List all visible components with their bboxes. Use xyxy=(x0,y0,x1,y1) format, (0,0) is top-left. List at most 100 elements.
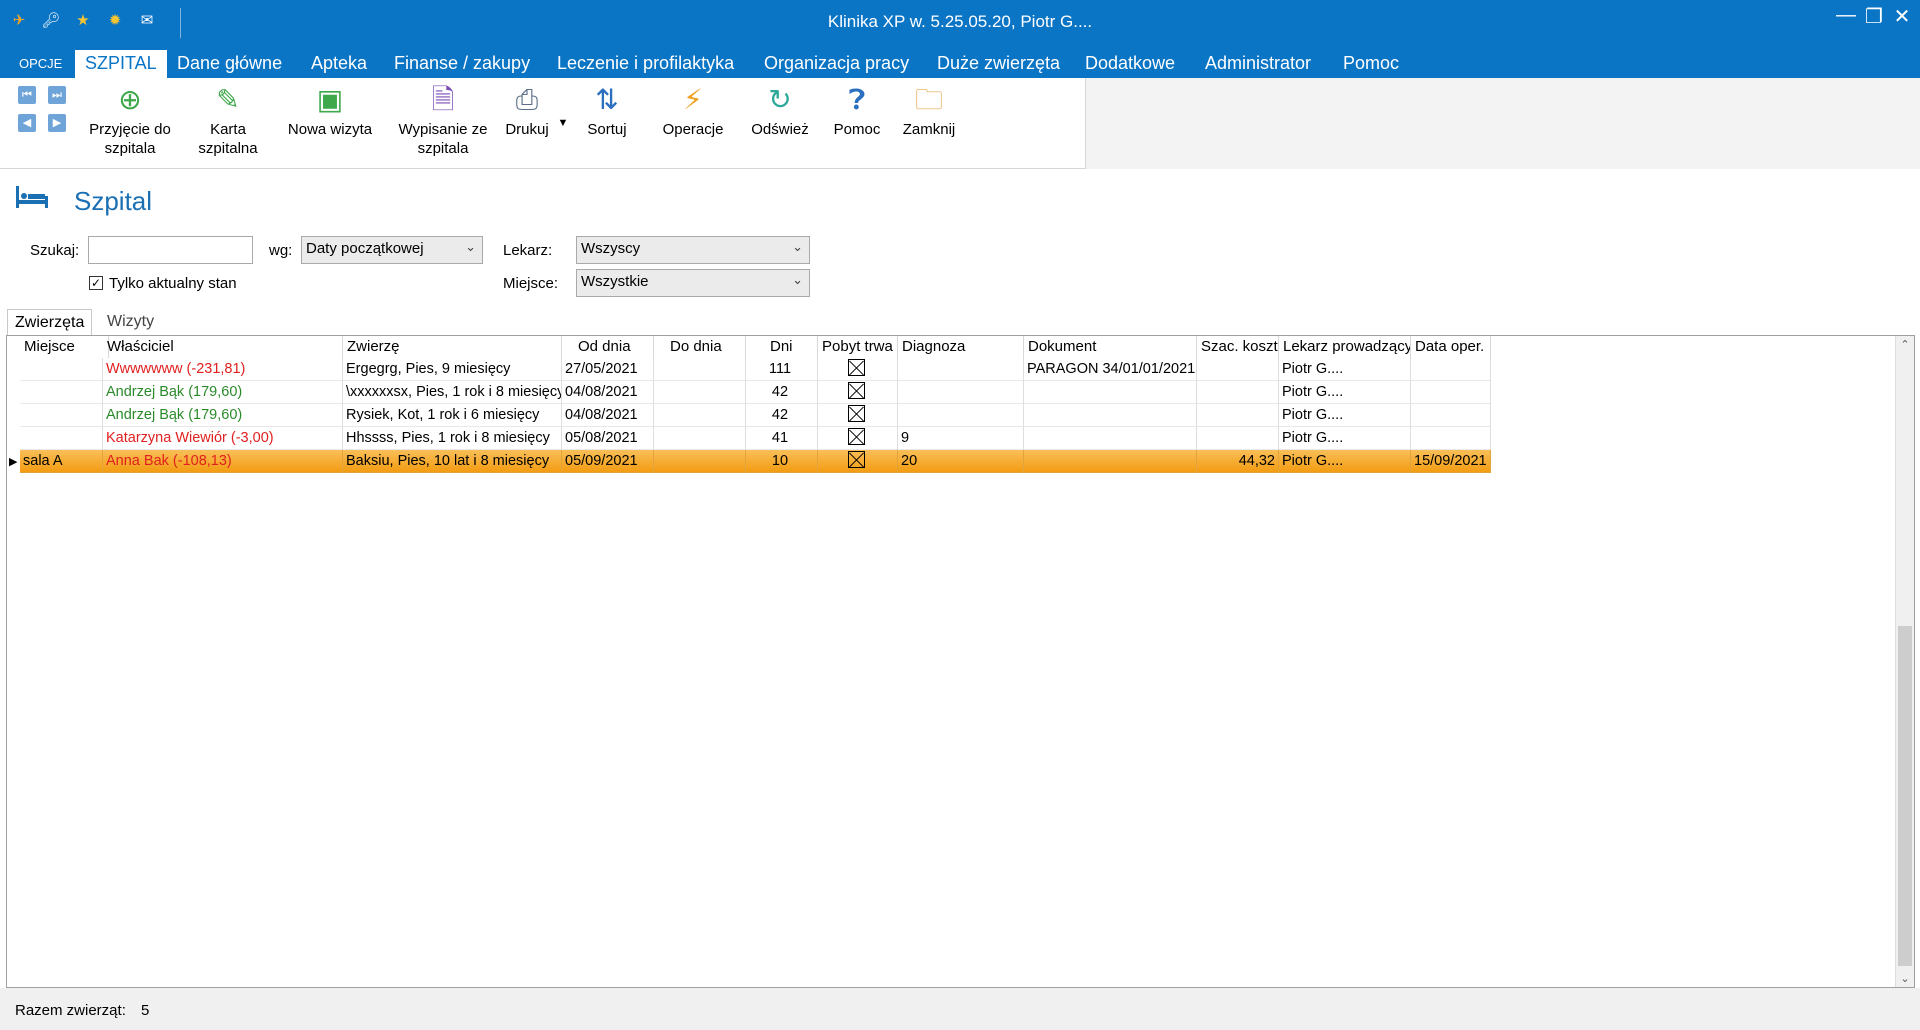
table-row[interactable]: ▶ sala A Anna Bak (-108,13) Baksiu, Pies, 1… xyxy=(7,450,1491,473)
wg-select[interactable]: Daty początkowej ⌄ xyxy=(301,236,483,264)
przyjecie-button[interactable]: ⊕ Przyjęcie do szpitala xyxy=(82,84,178,158)
cell-wlasciciel[interactable]: Anna Bak (-108,13) xyxy=(103,450,343,473)
cell-dokument[interactable] xyxy=(1024,381,1197,404)
only-current-checkbox[interactable]: ✓ xyxy=(89,276,103,290)
column-header[interactable]: Lekarz prowadzący xyxy=(1279,336,1411,358)
cell-zwierze[interactable]: Baksiu, Pies, 10 lat i 8 miesięcy xyxy=(343,450,562,473)
cell-zwierze[interactable]: Hhssss, Pies, 1 rok i 8 miesięcy xyxy=(343,427,562,450)
drukuj-dropdown-icon[interactable]: ▼ xyxy=(556,114,570,133)
last-record-icon[interactable]: ⏭ xyxy=(48,86,66,104)
karta-szpitalna-button[interactable]: ✎ Karta szpitalna xyxy=(190,84,266,158)
cell-wlasciciel[interactable]: Wwwwwww (-231,81) xyxy=(103,358,343,381)
cell-lekarz[interactable]: Piotr G.... xyxy=(1279,404,1411,427)
menu-szpital[interactable]: SZPITAL xyxy=(75,50,167,78)
zamknij-button[interactable]: 🗀︎ Zamknij xyxy=(896,84,962,139)
column-header[interactable]: Dni xyxy=(746,336,818,358)
table-row[interactable]: Wwwwwww (-231,81) Ergegrg, Pies, 9 miesię… xyxy=(7,358,1491,381)
cell-od[interactable]: 05/09/2021 xyxy=(562,450,654,473)
cell-do[interactable] xyxy=(654,381,746,404)
cell-diagnoza[interactable]: 9 xyxy=(898,427,1024,450)
column-header[interactable]: Do dnia xyxy=(654,336,746,358)
menu-opcje[interactable]: OPCJE xyxy=(19,56,62,71)
next-record-icon[interactable]: ▶ xyxy=(48,114,66,132)
cell-koszt[interactable]: 44,32 xyxy=(1197,450,1279,473)
table-row[interactable]: Katarzyna Wiewiór (-3,00) Hhssss, Pies, 1… xyxy=(7,427,1491,450)
menu-administrator[interactable]: Administrator xyxy=(1205,53,1311,74)
cell-zwierze[interactable]: Rysiek, Kot, 1 rok i 6 miesięcy xyxy=(343,404,562,427)
cell-pobyt[interactable] xyxy=(818,404,898,427)
close-icon[interactable]: ✕ xyxy=(1892,4,1912,29)
cell-lekarz[interactable]: Piotr G.... xyxy=(1279,427,1411,450)
pomoc-button[interactable]: ❓︎ Pomoc xyxy=(826,84,888,139)
column-header[interactable]: Pobyt trwa xyxy=(818,336,898,358)
column-header[interactable]: Szac. koszt xyxy=(1197,336,1279,358)
cell-koszt[interactable] xyxy=(1197,427,1279,450)
cell-do[interactable] xyxy=(654,427,746,450)
cell-lekarz[interactable]: Piotr G.... xyxy=(1279,358,1411,381)
menu-duze-zwierzeta[interactable]: Duże zwierzęta xyxy=(937,53,1060,74)
minimize-icon[interactable]: — xyxy=(1836,4,1856,29)
cell-miejsce[interactable] xyxy=(20,358,103,381)
menu-organizacja-pracy[interactable]: Organizacja pracy xyxy=(764,53,909,74)
cell-dokument[interactable] xyxy=(1024,427,1197,450)
cell-pobyt[interactable] xyxy=(818,358,898,381)
scroll-down-icon[interactable]: ⌄ xyxy=(1896,972,1914,985)
maximize-icon[interactable]: ❐ xyxy=(1864,4,1884,29)
cell-dni[interactable]: 42 xyxy=(746,404,818,427)
column-header[interactable]: Dokument xyxy=(1024,336,1197,358)
cell-od[interactable]: 04/08/2021 xyxy=(562,381,654,404)
cell-koszt[interactable] xyxy=(1197,381,1279,404)
cell-dokument[interactable] xyxy=(1024,404,1197,427)
column-header[interactable]: Od dnia xyxy=(562,336,654,358)
cell-diagnoza[interactable] xyxy=(898,404,1024,427)
cell-zwierze[interactable]: Ergegrg, Pies, 9 miesięcy xyxy=(343,358,562,381)
animals-grid[interactable]: Miejsce Właściciel Zwierzę Od dnia Do dn… xyxy=(6,335,1915,988)
table-row[interactable]: Andrzej Bąk (179,60) \xxxxxxsx, Pies, 1 r… xyxy=(7,381,1491,404)
cell-data_oper[interactable] xyxy=(1411,404,1491,427)
cell-miejsce[interactable] xyxy=(20,381,103,404)
cell-od[interactable]: 27/05/2021 xyxy=(562,358,654,381)
scroll-up-icon[interactable]: ⌃ xyxy=(1896,338,1914,351)
cell-dni[interactable]: 41 xyxy=(746,427,818,450)
vertical-scrollbar[interactable]: ⌃ ⌄ xyxy=(1895,336,1914,987)
cell-do[interactable] xyxy=(654,358,746,381)
column-header[interactable]: Data oper. xyxy=(1411,336,1491,358)
prev-record-icon[interactable]: ◀ xyxy=(18,114,36,132)
cell-data_oper[interactable] xyxy=(1411,427,1491,450)
drukuj-button[interactable]: ⎙ Drukuj xyxy=(502,84,552,139)
cell-dokument[interactable] xyxy=(1024,450,1197,473)
column-header[interactable]: Diagnoza xyxy=(898,336,1024,358)
nowa-wizyta-button[interactable]: ▣ Nowa wizyta xyxy=(280,84,380,139)
cell-dokument[interactable]: PARAGON 34/01/01/2021 xyxy=(1024,358,1197,381)
cell-miejsce[interactable] xyxy=(20,404,103,427)
cell-pobyt[interactable] xyxy=(818,381,898,404)
wypisanie-button[interactable]: 🗎︎ Wypisanie ze szpitala xyxy=(393,84,493,158)
cell-koszt[interactable] xyxy=(1197,358,1279,381)
search-input[interactable] xyxy=(88,236,253,264)
scroll-thumb[interactable] xyxy=(1898,626,1912,966)
operacje-button[interactable]: ⚡︎ Operacje xyxy=(655,84,731,139)
tab-wizyty[interactable]: Wizyty xyxy=(100,309,161,335)
tab-zwierzeta[interactable]: Zwierzęta xyxy=(7,309,93,335)
cell-do[interactable] xyxy=(654,450,746,473)
cell-miejsce[interactable] xyxy=(20,427,103,450)
cell-od[interactable]: 05/08/2021 xyxy=(562,427,654,450)
cell-diagnoza[interactable] xyxy=(898,358,1024,381)
cell-dni[interactable]: 111 xyxy=(746,358,818,381)
cell-dni[interactable]: 42 xyxy=(746,381,818,404)
column-header[interactable]: Właściciel xyxy=(103,336,343,358)
cell-lekarz[interactable]: Piotr G.... xyxy=(1279,450,1411,473)
cell-miejsce[interactable]: sala A xyxy=(20,450,103,473)
cell-wlasciciel[interactable]: Andrzej Bąk (179,60) xyxy=(103,381,343,404)
cell-data_oper[interactable] xyxy=(1411,381,1491,404)
cell-zwierze[interactable]: \xxxxxxsx, Pies, 1 rok i 8 miesięcy xyxy=(343,381,562,404)
cell-koszt[interactable] xyxy=(1197,404,1279,427)
cell-od[interactable]: 04/08/2021 xyxy=(562,404,654,427)
menu-finanse-zakupy[interactable]: Finanse / zakupy xyxy=(394,53,530,74)
table-row[interactable]: Andrzej Bąk (179,60) Rysiek, Kot, 1 rok i… xyxy=(7,404,1491,427)
cell-do[interactable] xyxy=(654,404,746,427)
miejsce-select[interactable]: Wszystkie ⌄ xyxy=(576,269,810,297)
lekarz-select[interactable]: Wszyscy ⌄ xyxy=(576,236,810,264)
cell-data_oper[interactable] xyxy=(1411,358,1491,381)
cell-dni[interactable]: 10 xyxy=(746,450,818,473)
